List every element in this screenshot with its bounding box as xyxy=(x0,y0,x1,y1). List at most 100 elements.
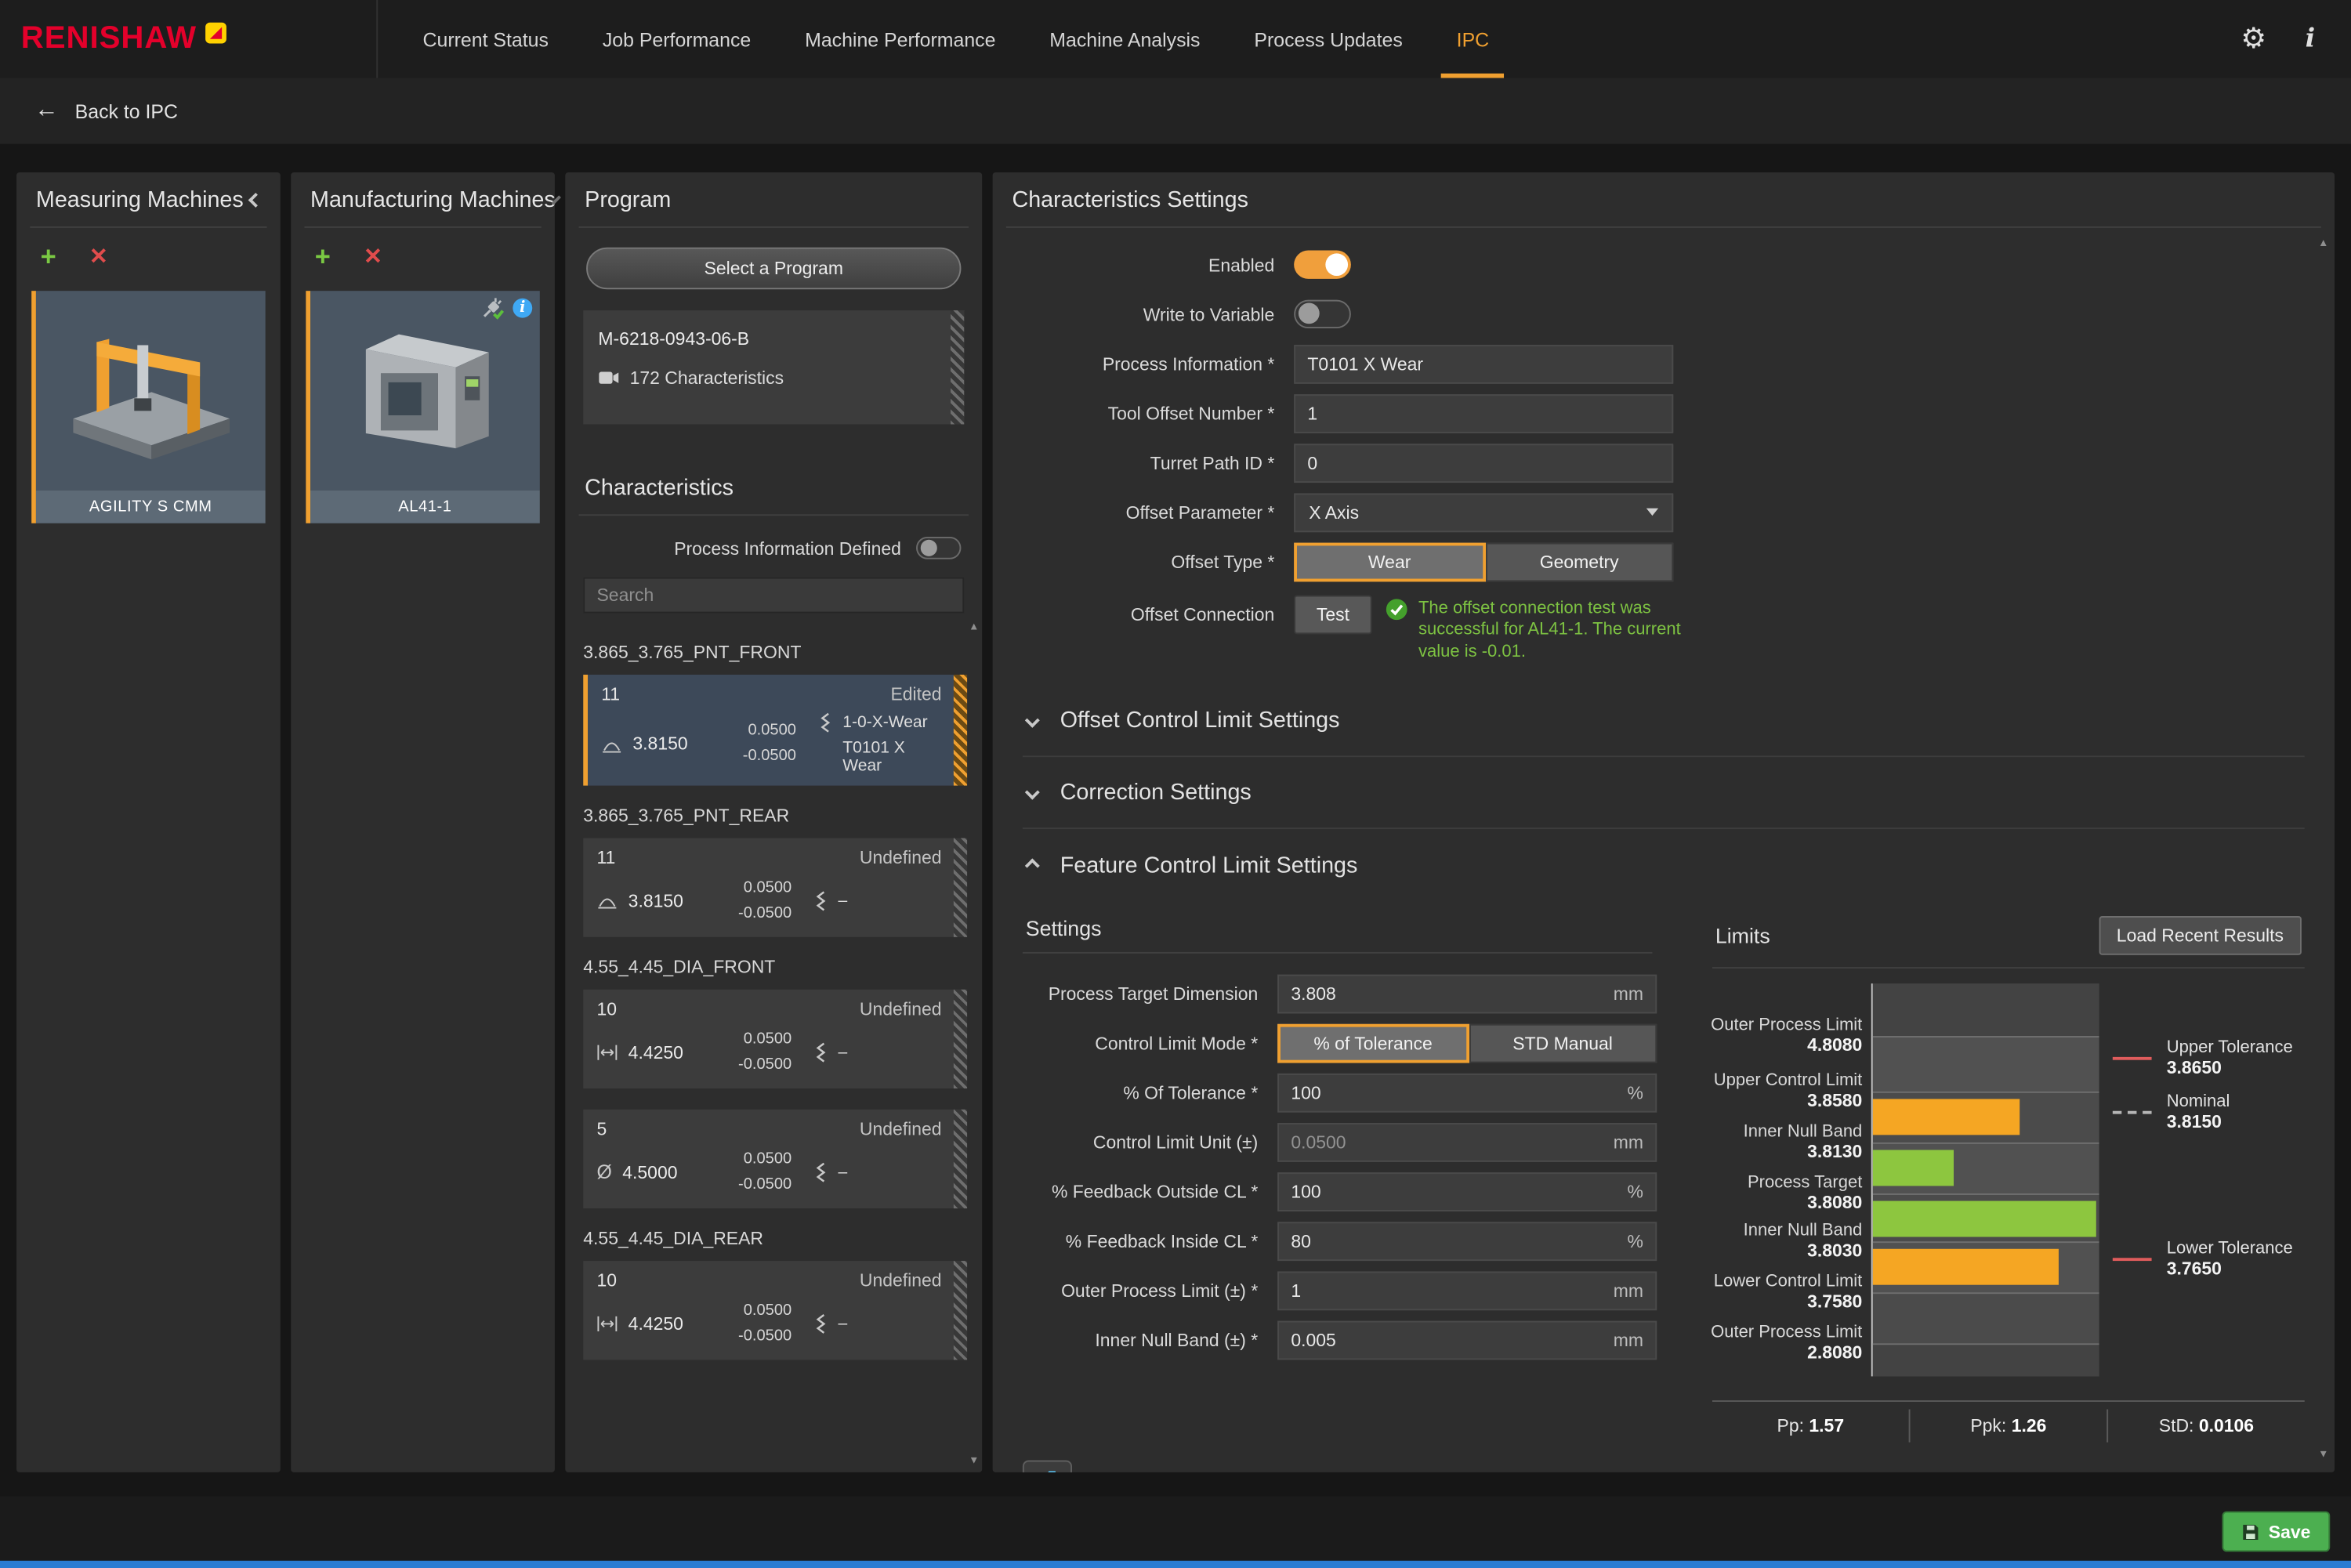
inner-null-band-row: Inner Null Band (±) * mm xyxy=(1023,1315,1653,1364)
turret-path-input[interactable] xyxy=(1294,443,1673,482)
outer-process-limit-input[interactable] xyxy=(1277,1271,1657,1310)
characteristic-number: 10 xyxy=(596,1270,617,1291)
offset-type-label: Offset Type * xyxy=(1023,551,1274,572)
enabled-toggle[interactable] xyxy=(1294,251,1351,279)
characteristic-card[interactable]: 10 Undefined 4.4250 0.0500 xyxy=(583,990,967,1088)
load-recent-results-button[interactable]: Load Recent Results xyxy=(2099,916,2302,955)
nav-process-updates[interactable]: Process Updates xyxy=(1254,0,1402,78)
feedback-inside-input[interactable] xyxy=(1277,1221,1657,1260)
scroll-down-icon[interactable]: ▼ xyxy=(969,1456,979,1466)
search-input[interactable] xyxy=(583,578,964,614)
check-circle-icon xyxy=(1386,598,1408,621)
characteristic-card[interactable]: 5 Undefined Ø 4.5000 0.0500 -0.0500 xyxy=(583,1110,967,1208)
scroll-up-icon[interactable]: ▲ xyxy=(2318,238,2328,248)
inner-null-band-input[interactable] xyxy=(1277,1320,1657,1360)
measuring-machine-card[interactable]: AGILITY S CMM xyxy=(31,291,265,523)
test-connection-button[interactable]: Test xyxy=(1294,596,1371,635)
characteristic-card[interactable]: 10 Undefined 4.4250 0.0500 xyxy=(583,1261,967,1360)
enabled-row: Enabled xyxy=(1023,240,2305,289)
annotation-value: 3.8150 xyxy=(2167,1111,2230,1132)
refresh-button[interactable]: ↺ xyxy=(1023,1461,1072,1472)
characteristic-group-label: 3.865_3.765_PNT_FRONT xyxy=(583,642,967,663)
process-target-input[interactable] xyxy=(1277,974,1657,1013)
pp-stat: Pp: 1.57 xyxy=(1712,1414,1909,1436)
wear-link: – xyxy=(839,1163,848,1181)
limits-axis-labels: Outer Process Limit 4.8080 Upper Control… xyxy=(1712,983,1871,1376)
section-correction-settings[interactable]: Correction Settings xyxy=(1023,757,2305,829)
add-manufacturing-machine-button[interactable]: + xyxy=(315,243,331,270)
nav-machine-performance[interactable]: Machine Performance xyxy=(805,0,995,78)
characteristics-list: ▲ 3.865_3.765_PNT_FRONT 11 Edited xyxy=(565,619,982,1472)
unit-label: mm xyxy=(1614,1329,1643,1350)
drag-handle-pattern xyxy=(954,990,967,1088)
percent-tolerance-input[interactable] xyxy=(1277,1073,1657,1112)
tolerance-values: 0.0500 -0.0500 xyxy=(719,1298,792,1349)
nav-job-performance[interactable]: Job Performance xyxy=(603,0,751,78)
mode-percent-tolerance-button[interactable]: % of Tolerance xyxy=(1277,1023,1469,1063)
section-feature-control-limit[interactable]: Feature Control Limit Settings xyxy=(1023,829,2305,901)
nav-ipc[interactable]: IPC xyxy=(1457,0,1489,78)
drag-handle-pattern xyxy=(954,1110,967,1208)
variable-link-icon xyxy=(814,1313,828,1334)
manufacturing-machine-card[interactable]: i AL41-1 xyxy=(306,291,539,523)
save-button[interactable]: Save xyxy=(2222,1512,2330,1552)
back-to-ipc-button[interactable]: ← Back to IPC xyxy=(0,78,2351,143)
process-information-input[interactable] xyxy=(1294,344,1673,383)
process-info-defined-toggle[interactable] xyxy=(916,537,961,559)
remove-manufacturing-machine-button[interactable]: ✕ xyxy=(364,243,382,270)
offset-parameter-select[interactable]: X Axis xyxy=(1294,493,1673,532)
renishaw-logo: RENISHAW xyxy=(21,21,197,57)
manufacturing-toolbar: + ✕ xyxy=(291,228,555,279)
characteristics-settings-panel: Characteristics Settings ▲ ▼ Enabled Wri… xyxy=(993,172,2335,1472)
feedback-outside-row: % Feedback Outside CL * % xyxy=(1023,1167,1653,1216)
add-measuring-machine-button[interactable]: + xyxy=(41,243,56,270)
measuring-machines-panel: Measuring Machines + ✕ xyxy=(16,172,281,1472)
remove-measuring-machine-button[interactable]: ✕ xyxy=(89,243,108,270)
manufacturing-machines-panel: Manufacturing Machines + ✕ i xyxy=(291,172,555,1472)
characteristics-camera-icon xyxy=(598,371,619,386)
feature-control-area: Settings Process Target Dimension mm Con… xyxy=(1023,907,2305,1449)
offset-connection-label: Offset Connection xyxy=(1023,596,1274,635)
outer-process-limit-row: Outer Process Limit (±) * mm xyxy=(1023,1266,1653,1315)
toggle-knob xyxy=(1325,253,1348,276)
mode-std-manual-button[interactable]: STD Manual xyxy=(1469,1023,1657,1063)
machine-info-icon[interactable]: i xyxy=(513,299,532,318)
card-main: 10 Undefined 4.4250 0.0500 xyxy=(583,1261,954,1360)
nav-machine-analysis[interactable]: Machine Analysis xyxy=(1049,0,1200,78)
nav-current-status[interactable]: Current Status xyxy=(423,0,549,78)
unit-label: mm xyxy=(1614,983,1643,1004)
percent-tolerance-row: % Of Tolerance * % xyxy=(1023,1067,1653,1117)
info-icon[interactable]: i xyxy=(2306,24,2315,54)
manufacturing-machines-header: Manufacturing Machines xyxy=(304,172,541,228)
scroll-up-icon[interactable]: ▲ xyxy=(969,622,979,632)
plug-check-icon xyxy=(481,297,505,320)
feedback-outside-input[interactable] xyxy=(1277,1171,1657,1211)
characteristic-card[interactable]: 11 Edited 3.8150 xyxy=(583,675,967,786)
nominal-value: 4.5000 xyxy=(622,1161,677,1182)
field-label: Process Target Dimension xyxy=(1023,983,1258,1004)
level-value: 3.8080 xyxy=(1748,1192,1862,1213)
offset-type-wear-button[interactable]: Wear xyxy=(1294,542,1485,581)
tool-offset-input[interactable] xyxy=(1294,393,1673,433)
scroll-down-icon[interactable]: ▼ xyxy=(2318,1450,2328,1460)
gear-icon[interactable]: ⚙ xyxy=(2241,22,2266,56)
variable-link-icon xyxy=(814,1161,828,1182)
wear-link: – xyxy=(839,1315,848,1333)
characteristic-card[interactable]: 11 Undefined 3.8150 xyxy=(583,838,967,937)
collapse-panel-icon[interactable] xyxy=(248,192,263,207)
program-header: Program xyxy=(579,172,969,228)
test-message-text: The offset connection test was successfu… xyxy=(1418,598,1686,663)
level-value: 2.8080 xyxy=(1711,1342,1862,1363)
program-card[interactable]: M-6218-0943-06-B 172 Characteristics xyxy=(583,310,964,424)
field-label: Inner Null Band (±) * xyxy=(1023,1329,1258,1350)
write-variable-toggle[interactable] xyxy=(1294,300,1351,328)
section-offset-control-limit[interactable]: Offset Control Limit Settings xyxy=(1023,685,2305,757)
offset-parameter-row: Offset Parameter * X Axis xyxy=(1023,487,2305,537)
field-label: Control Limit Mode * xyxy=(1023,1032,1258,1053)
tool-offset-row: Tool Offset Number * xyxy=(1023,389,2305,438)
feature-settings-title: Settings xyxy=(1026,916,1102,940)
select-program-button[interactable]: Select a Program xyxy=(586,248,961,290)
limits-chart xyxy=(1871,983,2099,1376)
back-arrow-icon: ← xyxy=(34,97,59,124)
offset-type-geometry-button[interactable]: Geometry xyxy=(1485,542,1673,581)
